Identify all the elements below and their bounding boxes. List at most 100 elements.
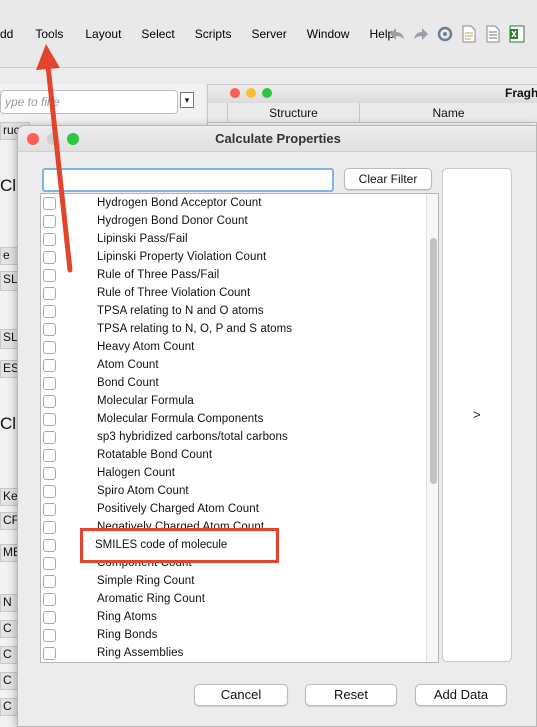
property-checkbox[interactable] [43,233,56,246]
property-checkbox[interactable] [43,521,56,534]
reset-button[interactable]: Reset [305,684,397,706]
refresh-icon[interactable] [436,25,454,43]
property-checkbox[interactable] [43,647,56,660]
property-checkbox[interactable] [43,359,56,372]
property-row[interactable]: Halogen Count [41,464,426,482]
property-checkbox[interactable] [43,629,56,642]
add-data-button[interactable]: Add Data [415,684,507,706]
property-checkbox[interactable] [43,413,56,426]
property-label: Bond Count [97,377,159,389]
property-row[interactable]: Ring Bonds [41,626,426,644]
left-fragment: C [0,672,18,690]
property-row[interactable]: Aromatic Ring Count [41,590,426,608]
property-row[interactable]: Hydrogen Bond Donor Count [41,212,426,230]
property-checkbox[interactable] [43,485,56,498]
menu-item-server[interactable]: Server [241,22,296,46]
property-checkbox[interactable] [43,269,56,282]
property-row[interactable]: Positively Charged Atom Count [41,500,426,518]
property-row[interactable]: Lipinski Property Violation Count [41,248,426,266]
menu-item-tools[interactable]: Tools [23,22,73,46]
left-fragment: N [0,594,18,612]
property-checkbox[interactable] [43,323,56,336]
document-lines-icon[interactable] [484,25,502,43]
property-filter-input[interactable] [42,168,334,192]
move-right-button[interactable]: > [473,407,481,422]
property-checkbox[interactable] [43,449,56,462]
left-filter-dropdown-button[interactable]: ▾ [180,92,194,108]
property-row[interactable]: Rule of Three Pass/Fail [41,266,426,284]
header-spacer [208,103,228,123]
property-checkbox[interactable] [43,287,56,300]
selected-properties-panel: > [442,168,512,662]
property-row[interactable]: Simple Ring Count [41,572,426,590]
cancel-button[interactable]: Cancel [194,684,288,706]
property-row[interactable]: sp3 hybridized carbons/total carbons [41,428,426,446]
column-header-structure[interactable]: Structure [228,103,360,123]
property-checkbox[interactable] [43,197,56,210]
property-checkbox[interactable] [43,377,56,390]
property-row[interactable]: TPSA relating to N and O atoms [41,302,426,320]
property-label: TPSA relating to N and O atoms [97,305,264,317]
property-label: Lipinski Property Violation Count [97,251,267,263]
property-row[interactable]: Hydrogen Bond Acceptor Count [41,194,426,212]
property-row[interactable]: Spiro Atom Count [41,482,426,500]
menu-item-add[interactable]: dd [0,22,23,46]
property-label: Rule of Three Pass/Fail [97,269,220,281]
property-label: Hydrogen Bond Donor Count [97,215,248,227]
property-checkbox[interactable] [43,467,56,480]
close-window-icon[interactable] [230,88,240,98]
property-row[interactable]: Rotatable Bond Count [41,446,426,464]
calculate-properties-dialog: Calculate Properties Clear Filter Hydrog… [17,125,537,727]
property-checkbox[interactable] [43,575,56,588]
property-row[interactable]: Ring Atoms [41,608,426,626]
property-row[interactable]: Molecular Formula [41,392,426,410]
property-checkbox[interactable] [43,593,56,606]
left-fragment: CFQ [0,512,18,530]
property-row[interactable]: Molecular Formula Components [41,410,426,428]
property-checkbox[interactable] [43,611,56,624]
property-label: Lipinski Pass/Fail [97,233,188,245]
menu-item-window[interactable]: Window [297,22,360,46]
property-row[interactable]: Atom Count [41,356,426,374]
property-label: Aromatic Ring Count [97,593,205,605]
document-icon[interactable] [460,25,478,43]
menu-item-scripts[interactable]: Scripts [185,22,242,46]
column-header-name[interactable]: Name [360,103,537,123]
property-list-scroll-thumb[interactable] [430,238,437,484]
property-row[interactable]: Lipinski Pass/Fail [41,230,426,248]
property-checkbox[interactable] [43,215,56,228]
property-checkbox[interactable] [43,305,56,318]
property-checkbox[interactable] [43,431,56,444]
property-row[interactable]: Heavy Atom Count [41,338,426,356]
clear-filter-button[interactable]: Clear Filter [344,168,432,190]
property-label: Positively Charged Atom Count [97,503,260,515]
redo-icon[interactable] [412,25,430,43]
property-row[interactable]: Ring Assemblies [41,644,426,662]
left-fragment: C [0,620,18,638]
property-list: Hydrogen Bond Acceptor Count Hydrogen Bon… [40,193,439,663]
property-label: Molecular Formula Components [97,413,264,425]
minimize-window-icon[interactable] [246,88,256,98]
property-checkbox[interactable] [43,557,56,570]
property-checkbox[interactable] [43,251,56,264]
left-fragment: e [0,247,18,265]
left-fragment: SL9 [0,271,18,291]
property-checkbox[interactable] [43,341,56,354]
property-row[interactable]: Rule of Three Violation Count [41,284,426,302]
property-checkbox[interactable] [43,395,56,408]
zoom-window-icon[interactable] [262,88,272,98]
property-label: Ring Assemblies [97,647,184,659]
property-checkbox[interactable] [43,503,56,516]
property-checkbox[interactable] [43,539,56,552]
property-list-scrollbar[interactable] [426,194,438,662]
property-row[interactable]: TPSA relating to N, O, P and S atoms [41,320,426,338]
property-label: Halogen Count [97,467,176,479]
undo-icon[interactable] [388,25,406,43]
left-search-input[interactable]: ype to filte [0,90,178,114]
menu-item-layout[interactable]: Layout [73,22,131,46]
table-header: Structure Name [208,103,537,123]
excel-icon[interactable] [508,25,526,43]
property-label: Atom Count [97,359,159,371]
menu-item-select[interactable]: Select [131,22,184,46]
property-row[interactable]: Bond Count [41,374,426,392]
